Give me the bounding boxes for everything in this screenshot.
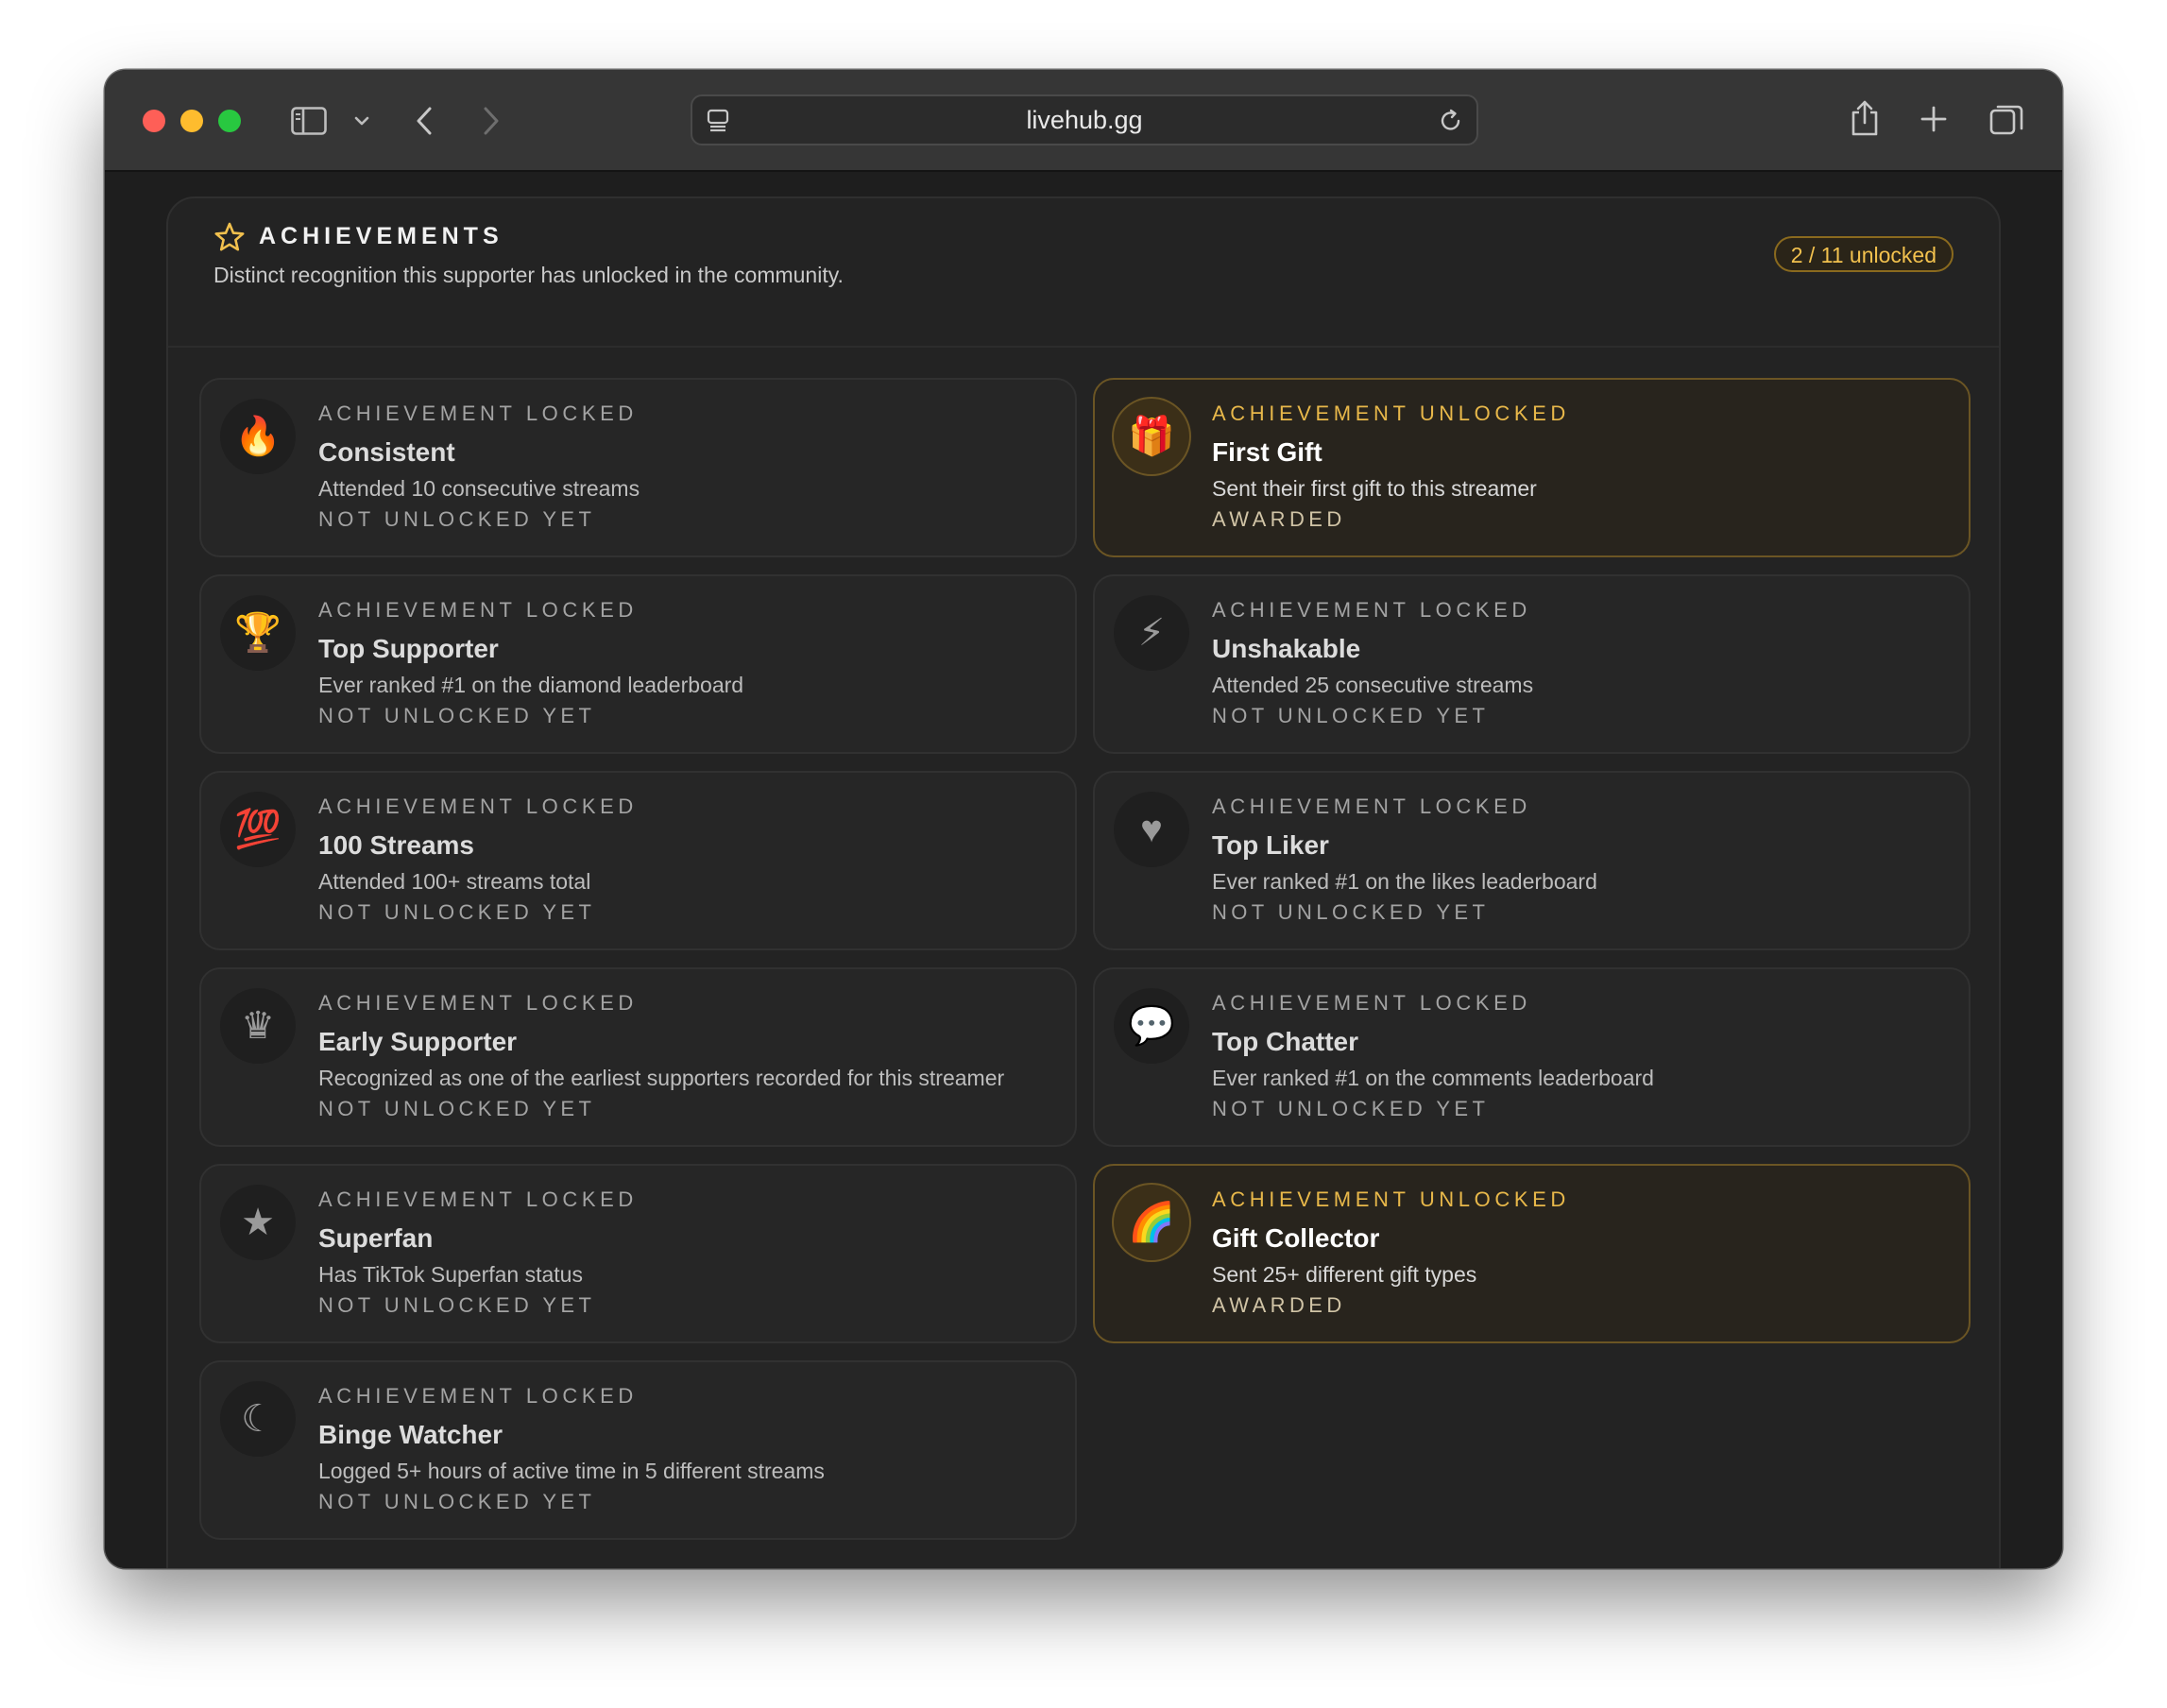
achievement-title: Early Supporter: [318, 1027, 518, 1056]
hundred-points-icon: 💯: [220, 792, 296, 867]
achievements-header: ACHIEVEMENTS Distinct recognition this s…: [168, 198, 1999, 348]
achievement-title: Consistent: [318, 437, 455, 467]
url-text[interactable]: livehub.gg: [692, 96, 1476, 144]
achievements-panel: ACHIEVEMENTS Distinct recognition this s…: [166, 196, 2001, 1568]
achievement-description: Sent 25+ different gift types: [1212, 1262, 1477, 1287]
achievement-card: ⚡ ACHIEVEMENT LOCKED Unshakable Attended 25…: [1093, 574, 1971, 754]
achievement-title: Top Supporter: [318, 634, 499, 663]
achievement-description: Ever ranked #1 on the comments leaderboa…: [1212, 1066, 1654, 1090]
unlocked-count-badge: 2 / 11 unlocked: [1773, 236, 1954, 272]
star-outline-icon: [213, 221, 246, 258]
close-window-button[interactable]: [143, 110, 165, 132]
crescent-moon-icon: ☾: [220, 1381, 296, 1457]
achievement-eyebrow: ACHIEVEMENT LOCKED: [318, 401, 638, 425]
achievement-card: ★ ACHIEVEMENT LOCKED Superfan Has TikTok Su…: [199, 1164, 1077, 1343]
achievement-status: NOT UNLOCKED YET: [1212, 704, 1490, 727]
achievement-eyebrow: ACHIEVEMENT LOCKED: [318, 1187, 638, 1211]
reload-icon[interactable]: [1437, 107, 1465, 135]
achievement-title: Gift Collector: [1212, 1223, 1380, 1253]
achievement-eyebrow: ACHIEVEMENT LOCKED: [318, 991, 638, 1015]
achievement-card: 💯 ACHIEVEMENT LOCKED 100 Streams Attended 1…: [199, 771, 1077, 950]
achievement-eyebrow: ACHIEVEMENT LOCKED: [1212, 598, 1531, 622]
achievement-status: NOT UNLOCKED YET: [318, 1293, 596, 1317]
achievement-description: Attended 25 consecutive streams: [1212, 673, 1534, 697]
achievement-eyebrow: ACHIEVEMENT LOCKED: [318, 598, 638, 622]
achievement-eyebrow: ACHIEVEMENT UNLOCKED: [1212, 401, 1570, 425]
achievement-description: Ever ranked #1 on the diamond leaderboar…: [318, 673, 744, 697]
achievement-description: Attended 10 consecutive streams: [318, 476, 640, 501]
achievement-description: Has TikTok Superfan status: [318, 1262, 583, 1287]
forward-arrow-icon[interactable]: [479, 104, 503, 138]
achievements-grid: 🔥 ACHIEVEMENT LOCKED Consistent Attended 10…: [199, 378, 1971, 1540]
achievement-description: Attended 100+ streams total: [318, 869, 591, 894]
achievement-status: AWARDED: [1212, 507, 1346, 531]
heart-icon: ♥: [1114, 792, 1189, 867]
achievement-eyebrow: ACHIEVEMENT UNLOCKED: [1212, 1187, 1570, 1211]
achievement-status: NOT UNLOCKED YET: [318, 507, 596, 531]
zoom-window-button[interactable]: [218, 110, 241, 132]
share-icon[interactable]: [1848, 98, 1882, 138]
achievement-description: Recognized as one of the earliest suppor…: [318, 1066, 1005, 1090]
achievement-card: 🔥 ACHIEVEMENT LOCKED Consistent Attended 10…: [199, 378, 1077, 557]
achievement-status: NOT UNLOCKED YET: [318, 704, 596, 727]
fire-icon: 🔥: [220, 399, 296, 474]
achievement-description: Sent their first gift to this streamer: [1212, 476, 1537, 501]
lightning-icon: ⚡: [1114, 595, 1189, 671]
star-icon: ★: [220, 1185, 296, 1260]
achievement-status: NOT UNLOCKED YET: [318, 1097, 596, 1120]
new-tab-plus-icon[interactable]: [1919, 104, 1949, 134]
achievement-eyebrow: ACHIEVEMENT LOCKED: [1212, 991, 1531, 1015]
achievement-card: ♥ ACHIEVEMENT LOCKED Top Liker Ever ranked …: [1093, 771, 1971, 950]
page-subtitle: Distinct recognition this supporter has …: [213, 263, 844, 287]
back-arrow-icon[interactable]: [412, 104, 436, 138]
achievement-title: 100 Streams: [318, 830, 475, 860]
achievement-card: 💬 ACHIEVEMENT LOCKED Top Chatter Ever ranke…: [1093, 967, 1971, 1147]
minimize-window-button[interactable]: [180, 110, 203, 132]
achievement-card: 🏆 ACHIEVEMENT LOCKED Top Supporter Ever ran…: [199, 574, 1077, 754]
achievement-description: Logged 5+ hours of active time in 5 diff…: [318, 1459, 825, 1483]
browser-toolbar: livehub.gg: [105, 70, 2062, 172]
achievement-title: First Gift: [1212, 437, 1322, 467]
achievement-status: NOT UNLOCKED YET: [1212, 900, 1490, 924]
achievement-card: 🌈 ACHIEVEMENT UNLOCKED Gift Collector Sent …: [1093, 1164, 1971, 1343]
achievement-title: Top Chatter: [1212, 1027, 1359, 1056]
achievement-title: Binge Watcher: [318, 1420, 503, 1449]
achievement-card: ☾ ACHIEVEMENT LOCKED Binge Watcher Logged 5…: [199, 1360, 1077, 1540]
address-bar[interactable]: livehub.gg: [691, 94, 1478, 145]
achievement-title: Top Liker: [1212, 830, 1329, 860]
chevron-down-icon[interactable]: [352, 111, 371, 130]
achievement-status: NOT UNLOCKED YET: [318, 900, 596, 924]
achievement-eyebrow: ACHIEVEMENT LOCKED: [318, 1384, 638, 1408]
achievement-status: NOT UNLOCKED YET: [1212, 1097, 1490, 1120]
achievement-eyebrow: ACHIEVEMENT LOCKED: [318, 794, 638, 818]
page-title: ACHIEVEMENTS: [259, 223, 503, 249]
achievement-status: AWARDED: [1212, 1293, 1346, 1317]
rainbow-icon: 🌈: [1114, 1185, 1189, 1260]
browser-window: livehub.gg ACHIEVEMENTS Distinct recogni…: [105, 70, 2062, 1568]
achievement-eyebrow: ACHIEVEMENT LOCKED: [1212, 794, 1531, 818]
achievement-title: Unshakable: [1212, 634, 1361, 663]
crown-icon: ♛: [220, 988, 296, 1064]
achievement-card: ♛ ACHIEVEMENT LOCKED Early Supporter Recogn…: [199, 967, 1077, 1147]
trophy-icon: 🏆: [220, 595, 296, 671]
gift-icon: 🎁: [1114, 399, 1189, 474]
page-content: ACHIEVEMENTS Distinct recognition this s…: [105, 172, 2062, 1568]
achievement-title: Superfan: [318, 1223, 434, 1253]
tab-overview-icon[interactable]: [1988, 102, 2024, 138]
achievement-status: NOT UNLOCKED YET: [318, 1490, 596, 1513]
speech-bubble-icon: 💬: [1114, 988, 1189, 1064]
achievement-card: 🎁 ACHIEVEMENT UNLOCKED First Gift Sent thei…: [1093, 378, 1971, 557]
sidebar-toggle-icon[interactable]: [290, 106, 328, 136]
achievement-description: Ever ranked #1 on the likes leaderboard: [1212, 869, 1597, 894]
